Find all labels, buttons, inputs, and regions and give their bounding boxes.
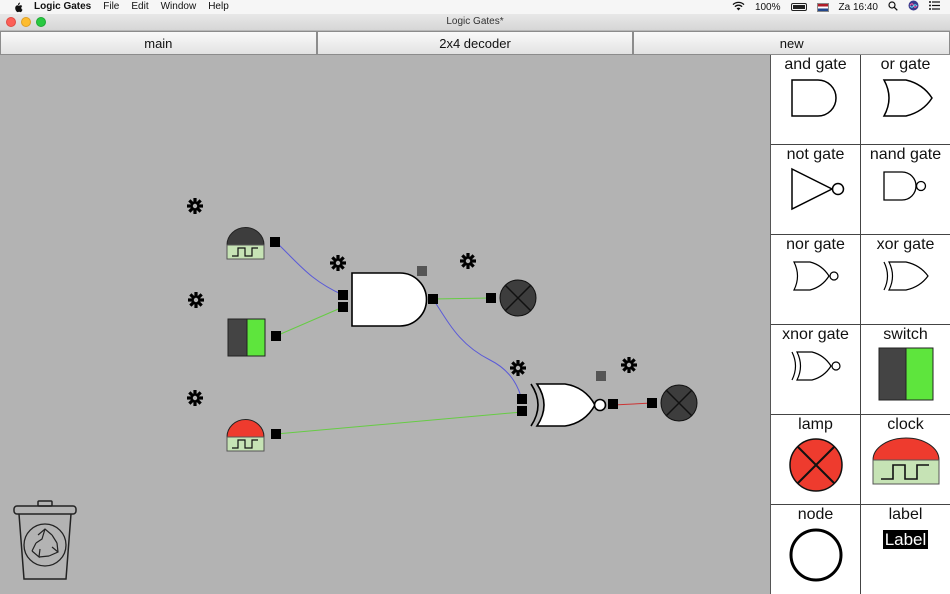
wire-xnor-to-lamp2[interactable]: [612, 402, 653, 406]
palette-item-xnor-gate[interactable]: xnor gate: [771, 325, 861, 415]
node-icon: [789, 528, 842, 582]
and-gate-component[interactable]: [351, 272, 428, 327]
palette-item-nor-gate[interactable]: nor gate: [771, 235, 861, 325]
gear-icon[interactable]: [330, 255, 346, 271]
menubar-clock[interactable]: Za 16:40: [839, 2, 878, 13]
clock-component-2[interactable]: [226, 419, 265, 452]
palette-item-xor-gate[interactable]: xor gate: [861, 235, 950, 325]
palette-item-switch[interactable]: switch: [861, 325, 950, 415]
notification-center-icon[interactable]: [929, 1, 940, 13]
spotlight-search-icon[interactable]: [888, 0, 898, 14]
label-icon: Label: [882, 530, 929, 549]
lamp-component-1[interactable]: [499, 279, 537, 317]
battery-icon[interactable]: [790, 3, 807, 11]
switch-icon: [878, 347, 933, 401]
and-gate-icon: [790, 79, 837, 117]
palette-label: switch: [883, 326, 928, 343]
menu-app-name[interactable]: Logic Gates: [34, 0, 91, 14]
lamp-icon: [788, 438, 843, 492]
menu-window[interactable]: Window: [161, 0, 197, 14]
or-gate-icon: [882, 79, 933, 117]
palette-item-nand-gate[interactable]: nand gate: [861, 145, 950, 235]
circuit-canvas[interactable]: [0, 55, 770, 594]
siri-icon[interactable]: [908, 0, 919, 14]
wire-clock2-to-xnor[interactable]: [275, 411, 523, 435]
wire-switch-to-and[interactable]: [275, 306, 344, 337]
apple-icon[interactable]: [12, 1, 24, 13]
palette-label: clock: [887, 416, 924, 433]
gear-icon[interactable]: [187, 198, 203, 214]
xnor-gate-input-b[interactable]: [517, 406, 527, 416]
palette-label: label: [888, 506, 923, 523]
palette-item-label[interactable]: label Label: [861, 505, 950, 594]
circuit-tab-bar: main 2x4 decoder new: [0, 31, 950, 55]
xor-gate-icon: [882, 261, 929, 291]
gear-icon[interactable]: [187, 390, 203, 406]
menu-edit[interactable]: Edit: [131, 0, 148, 14]
palette-item-and-gate[interactable]: and gate: [771, 55, 861, 145]
wifi-icon[interactable]: [732, 1, 745, 14]
xnor-gate-icon: [790, 351, 841, 381]
component-palette: and gate or gate not gate nand gate nor …: [770, 55, 950, 594]
nor-gate-icon: [792, 261, 839, 291]
palette-item-clock[interactable]: clock: [861, 415, 950, 505]
xnor-gate-input-a[interactable]: [517, 394, 527, 404]
window-title: Logic Gates*: [446, 16, 504, 27]
battery-percent: 100%: [754, 1, 781, 13]
palette-label: xnor gate: [782, 326, 849, 343]
clock-1-output-port[interactable]: [270, 237, 280, 247]
clock-2-output-port[interactable]: [271, 429, 281, 439]
lamp-component-2[interactable]: [660, 384, 698, 422]
palette-label: node: [797, 506, 834, 523]
window-title-bar[interactable]: Logic Gates*: [0, 14, 950, 31]
xnor-gate-output-port[interactable]: [608, 399, 618, 409]
tab-new[interactable]: new: [633, 31, 950, 55]
palette-item-or-gate[interactable]: or gate: [861, 55, 950, 145]
palette-label: or gate: [880, 56, 931, 73]
palette-label: nor gate: [786, 236, 845, 253]
menu-help[interactable]: Help: [208, 0, 229, 14]
menu-bar: Logic Gates File Edit Window Help 100% Z…: [0, 0, 950, 14]
clock-component-1[interactable]: [226, 227, 265, 260]
clock-icon: [871, 437, 940, 485]
menu-file[interactable]: File: [103, 0, 119, 14]
not-gate-icon: [790, 167, 844, 211]
tab-main[interactable]: main: [0, 31, 317, 55]
palette-label: nand gate: [869, 146, 942, 163]
palette-item-node[interactable]: node: [771, 505, 861, 594]
palette-item-lamp[interactable]: lamp: [771, 415, 861, 505]
lamp-1-input-port[interactable]: [486, 293, 496, 303]
switch-output-port[interactable]: [271, 331, 281, 341]
gear-icon[interactable]: [510, 360, 526, 376]
lamp-2-input-port[interactable]: [647, 398, 657, 408]
gear-icon[interactable]: [188, 292, 204, 308]
gear-icon[interactable]: [621, 357, 637, 373]
xnor-gate-drag-handle[interactable]: [596, 371, 606, 381]
wire-and-to-xnor[interactable]: [432, 298, 523, 401]
palette-label: not gate: [786, 146, 845, 163]
xnor-gate-component[interactable]: [530, 383, 607, 427]
wire-and-to-lamp1[interactable]: [432, 297, 491, 300]
palette-item-not-gate[interactable]: not gate: [771, 145, 861, 235]
and-gate-drag-handle[interactable]: [417, 266, 427, 276]
palette-label: and gate: [784, 56, 847, 73]
palette-label: xor gate: [876, 236, 935, 253]
and-gate-input-a[interactable]: [338, 290, 348, 300]
tab-2x4-decoder[interactable]: 2x4 decoder: [316, 31, 634, 55]
and-gate-output-port[interactable]: [428, 294, 438, 304]
nand-gate-icon: [882, 171, 926, 201]
switch-component[interactable]: [227, 318, 266, 357]
gear-icon[interactable]: [460, 253, 476, 269]
palette-label: lamp: [798, 416, 833, 433]
flag-nl-icon[interactable]: [816, 2, 829, 12]
and-gate-input-b[interactable]: [338, 302, 348, 312]
